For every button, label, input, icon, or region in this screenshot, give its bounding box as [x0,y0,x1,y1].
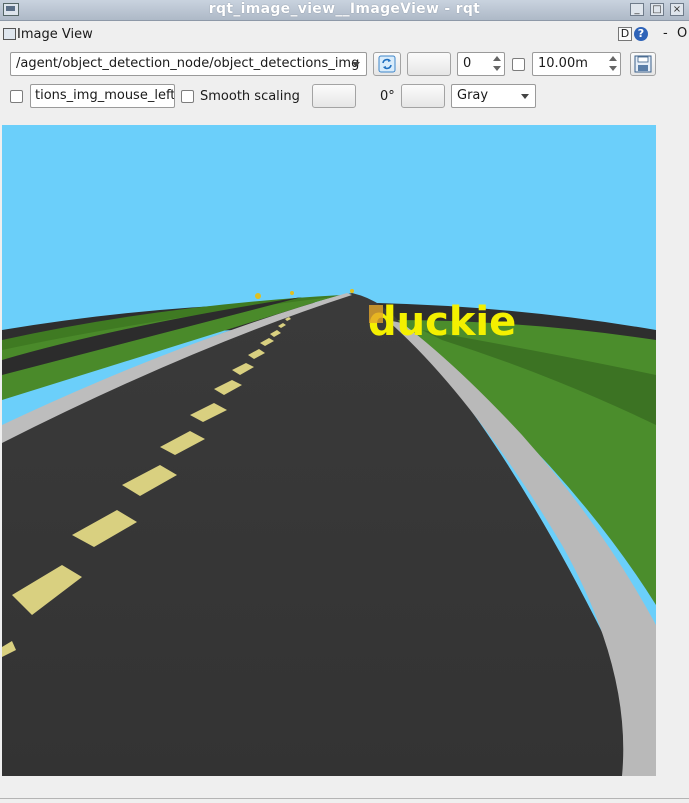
status-divider [0,798,689,799]
minimize-button[interactable]: _ [630,3,644,16]
rotation-label: 0° [380,89,395,104]
maximize-button[interactable]: □ [650,3,664,16]
rotate-right-button[interactable] [401,84,445,108]
camera-image: duckie [2,125,656,776]
spin-up-icon[interactable] [493,56,501,61]
window-title: rqt_image_view__ImageView - rqt [208,1,481,17]
spin-down-icon[interactable] [609,66,617,71]
spin-up-icon[interactable] [609,56,617,61]
mouse-topic-value: tions_img_mouse_left [35,88,175,103]
timeout-spinbox[interactable]: 10.00m [532,52,621,76]
save-icon [634,55,652,73]
smooth-scaling-label: Smooth scaling [200,89,300,104]
save-image-button[interactable] [630,52,656,76]
dock-title: Image View [17,27,93,42]
dock-close-button[interactable]: O [677,26,687,41]
timeout-checkbox[interactable] [512,58,525,71]
rotate-left-button[interactable] [312,84,356,108]
chevron-down-icon [352,62,360,67]
mouse-publish-checkbox[interactable] [10,90,23,103]
dock-icon [3,28,16,40]
numeric-spinbox-value: 0 [463,56,472,71]
smooth-scaling-checkbox[interactable] [181,90,194,103]
color-scheme-select[interactable]: Gray [451,84,536,108]
dock-header: Image View D ? - O [0,24,689,46]
zoom-fit-button[interactable] [407,52,451,76]
timeout-spinbox-value: 10.00m [538,56,588,71]
topic-select[interactable]: /agent/object_detection_node/object_dete… [10,52,367,76]
mouse-topic-input[interactable]: tions_img_mouse_left [30,84,175,108]
dock-d-button[interactable]: D [618,27,632,41]
color-scheme-value: Gray [457,88,489,103]
detection-label: duckie [368,299,516,345]
refresh-icon [378,55,396,73]
numeric-spinbox[interactable]: 0 [457,52,505,76]
spin-down-icon[interactable] [493,66,501,71]
close-button[interactable]: × [670,3,684,16]
dock-float-button[interactable]: - [663,26,668,41]
topic-select-value: /agent/object_detection_node/object_dete… [16,56,360,71]
image-view[interactable]: duckie [2,125,656,776]
chevron-down-icon [521,94,529,99]
help-icon[interactable]: ? [634,27,648,41]
refresh-topics-button[interactable] [373,52,401,76]
window-title-bar: rqt_image_view__ImageView - rqt _ □ × [0,0,689,21]
